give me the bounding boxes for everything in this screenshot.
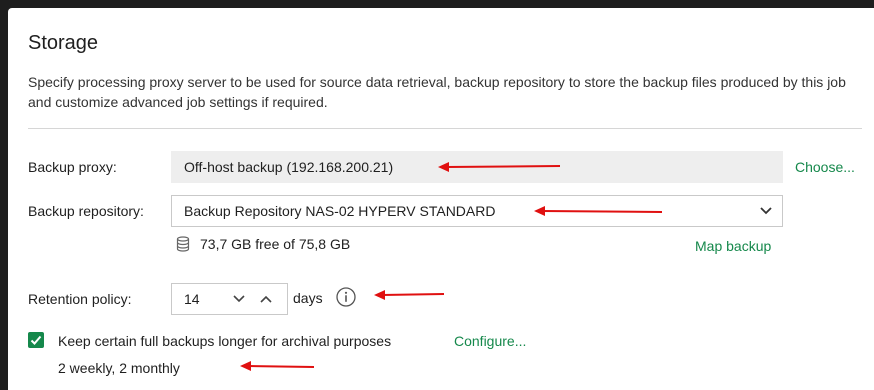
free-space-text: 73,7 GB free of 75,8 GB	[200, 236, 351, 252]
red-arrow	[374, 290, 445, 300]
red-arrow	[534, 206, 663, 216]
checkmark-icon	[30, 335, 42, 345]
retention-unit: days	[293, 290, 323, 306]
storage-panel: Storage Specify processing proxy server …	[8, 8, 874, 390]
retention-stepper[interactable]: 14	[171, 283, 288, 315]
archival-checkbox[interactable]	[28, 332, 44, 348]
chevron-down-icon[interactable]	[232, 293, 246, 305]
configure-archival-link[interactable]: Configure...	[454, 333, 526, 349]
info-icon[interactable]	[336, 287, 356, 307]
backup-repository-label: Backup repository:	[28, 203, 144, 219]
red-arrow	[240, 361, 315, 371]
page-title: Storage	[28, 32, 99, 54]
backup-proxy-label: Backup proxy:	[28, 159, 117, 175]
chevron-down-icon	[760, 207, 772, 215]
page-description: Specify processing proxy server to be us…	[28, 74, 846, 110]
divider	[28, 128, 862, 129]
archival-label: Keep certain full backups longer for arc…	[58, 333, 392, 349]
choose-proxy-link[interactable]: Choose...	[795, 159, 855, 175]
archival-summary: 2 weekly, 2 monthly	[58, 360, 180, 376]
database-icon	[176, 236, 190, 252]
chevron-up-icon[interactable]	[259, 293, 273, 305]
retention-policy-label: Retention policy:	[28, 291, 132, 307]
red-arrow	[438, 162, 561, 172]
free-space-info: 73,7 GB free of 75,8 GB	[176, 236, 350, 252]
map-backup-link[interactable]: Map backup	[695, 238, 771, 254]
retention-value: 14	[184, 291, 200, 307]
backup-repository-value: Backup Repository NAS-02 HYPERV STANDARD	[184, 203, 496, 219]
backup-repository-select[interactable]: Backup Repository NAS-02 HYPERV STANDARD	[171, 195, 783, 227]
backup-proxy-value: Off-host backup (192.168.200.21)	[184, 159, 394, 175]
